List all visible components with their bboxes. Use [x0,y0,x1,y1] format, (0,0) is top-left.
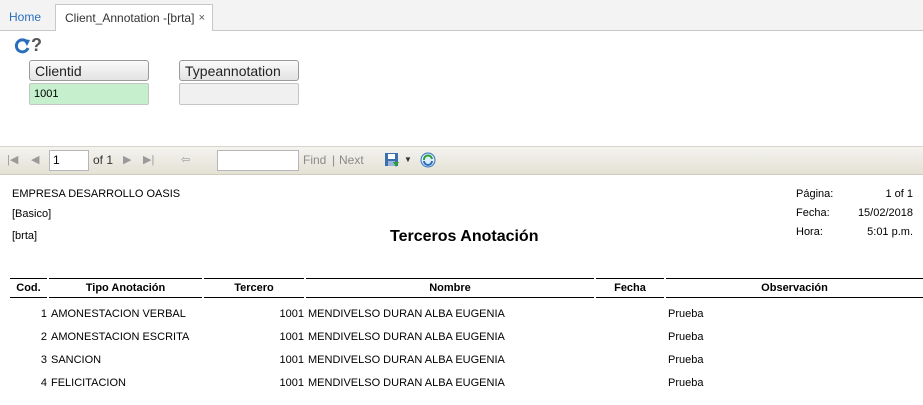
page-value: 1 of 1 [885,188,913,200]
date-label: Fecha: [796,207,830,219]
row-observacion: Prueba [668,331,704,343]
row-cod: 4 [40,377,47,389]
toolbar-separator: | [332,153,336,167]
row-nombre: MENDIVELSO DURAN ALBA EUGENIA [308,377,505,389]
export-icon[interactable] [384,152,400,168]
close-icon[interactable]: × [199,5,205,31]
date-value: 15/02/2018 [857,207,913,219]
row-tipo: SANCION [51,354,102,366]
page-label: Página: [796,188,834,200]
previous-page-icon[interactable]: ◀ [31,153,39,166]
row-tercero: 1001 [279,354,304,366]
next-link[interactable]: Next [339,153,364,167]
tab-bar: Home Client_Annotation -[brta] × [0,0,923,32]
column-header-fecha: Fecha [596,278,664,298]
page-count: of 1 [93,153,114,167]
row-cod: 1 [40,308,47,320]
row-observacion: Prueba [668,354,704,366]
report-toolbar: |◀ ◀ 1 of 1 ▶ ▶| ⇦ Find | Next ▼ [0,146,923,175]
parameter-form: ? Clientid 1001 Typeannotation [0,31,923,146]
chevron-down-icon[interactable]: ▼ [404,155,412,164]
row-tipo: AMONESTACION VERBAL [51,308,186,320]
clientid-input[interactable]: 1001 [29,83,149,105]
help-icon[interactable]: ? [31,35,42,56]
tab-home[interactable]: Home [0,4,50,31]
first-page-icon[interactable]: |◀ [7,153,18,166]
row-cod: 3 [40,354,47,366]
row-tercero: 1001 [279,331,304,343]
time-value: 5:01 p.m. [867,226,913,238]
report-page: EMPRESA DESARROLLO OASIS [Basico] [brta]… [0,175,923,405]
row-tipo: FELICITACION [51,377,126,389]
report-line-user: [brta] [12,230,38,242]
typeannotation-input[interactable] [179,83,299,105]
page-number-input[interactable]: 1 [49,150,89,171]
tab-label: Client_Annotation -[brta] [65,11,195,25]
row-nombre: MENDIVELSO DURAN ALBA EUGENIA [308,354,505,366]
column-header-observacion: Observación [666,278,923,298]
find-input[interactable] [217,150,299,171]
row-tercero: 1001 [279,308,304,320]
refresh-icon[interactable] [13,37,31,55]
back-icon[interactable]: ⇦ [181,153,190,166]
tab-client-annotation[interactable]: Client_Annotation -[brta] × [55,4,213,32]
row-tipo: AMONESTACION ESCRITA [51,331,190,343]
column-header-cod: Cod. [10,278,47,298]
row-nombre: MENDIVELSO DURAN ALBA EUGENIA [308,331,505,343]
clientid-label: Clientid [29,60,149,81]
row-observacion: Prueba [668,308,704,320]
find-link[interactable]: Find [303,153,326,167]
typeannotation-label: Typeannotation [179,60,299,81]
last-page-icon[interactable]: ▶| [143,153,154,166]
column-header-tipo: Tipo Anotación [49,278,202,298]
report-title: Terceros Anotación [390,228,539,245]
column-header-nombre: Nombre [306,278,594,298]
row-nombre: MENDIVELSO DURAN ALBA EUGENIA [308,308,505,320]
company-name: EMPRESA DESARROLLO OASIS [12,188,181,200]
next-page-icon[interactable]: ▶ [123,153,131,166]
row-tercero: 1001 [279,377,304,389]
refresh-report-icon[interactable] [420,152,436,168]
report-line-basico: [Basico] [12,208,52,220]
row-cod: 2 [40,331,47,343]
column-header-tercero: Tercero [204,278,304,298]
time-label: Hora: [796,226,823,238]
row-observacion: Prueba [668,377,704,389]
